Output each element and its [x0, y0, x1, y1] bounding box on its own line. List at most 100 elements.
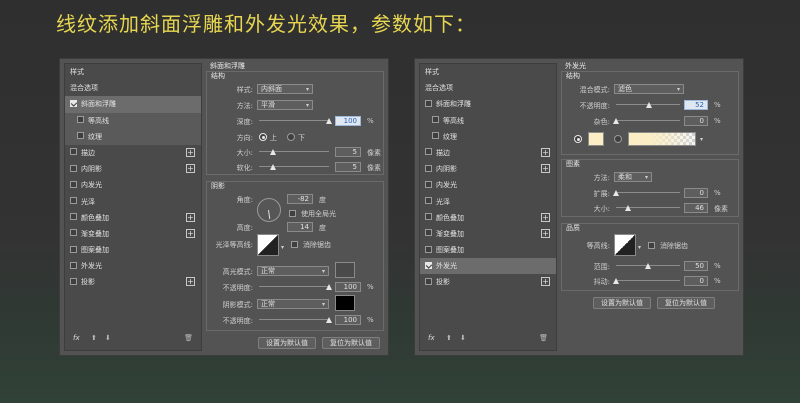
sidebar-item[interactable]: 外发光	[420, 258, 556, 275]
spread-input[interactable]: 0	[684, 188, 708, 198]
sidebar-item[interactable]: 内阴影 +	[420, 161, 556, 177]
shadow-mode-select[interactable]: 正常 ▾	[257, 299, 329, 309]
sidebar-item[interactable]: 颜色叠加 +	[65, 210, 201, 226]
slider-thumb[interactable]	[644, 263, 651, 269]
sidebar-item-checkbox[interactable]	[70, 197, 77, 204]
reset-default-button[interactable]: 复位为默认值	[322, 337, 380, 349]
sidebar-item[interactable]: 投影 +	[65, 274, 201, 290]
add-effect-icon[interactable]: +	[186, 277, 195, 287]
noise-slider[interactable]	[612, 117, 680, 125]
sidebar-item[interactable]: 图案叠加	[420, 242, 556, 258]
highlight-opacity-input[interactable]: 100	[335, 282, 361, 292]
range-input[interactable]: 50	[684, 261, 708, 271]
sidebar-item[interactable]: 渐变叠加 +	[420, 226, 556, 242]
sidebar-item[interactable]: 内阴影 +	[65, 161, 201, 177]
sidebar-item[interactable]: 斜面和浮雕	[65, 96, 201, 113]
add-effect-icon[interactable]: +	[541, 147, 550, 157]
sidebar-item-checkbox[interactable]	[77, 116, 84, 124]
glow-technique-select[interactable]: 柔和 ▾	[614, 172, 652, 182]
add-effect-icon[interactable]: +	[541, 164, 550, 174]
highlight-mode-select[interactable]: 正常 ▾	[257, 266, 329, 276]
jitter-slider[interactable]	[612, 277, 680, 285]
sidebar-item[interactable]: 外发光	[65, 258, 201, 274]
sidebar-item-checkbox[interactable]	[432, 132, 439, 140]
sidebar-item-checkbox[interactable]	[425, 229, 432, 237]
sidebar-item[interactable]: 图案叠加	[65, 242, 201, 258]
sidebar-item-checkbox[interactable]	[425, 148, 432, 156]
highlight-color-swatch[interactable]	[335, 262, 355, 278]
sidebar-item[interactable]: 混合选项	[420, 80, 556, 96]
slider-thumb[interactable]	[325, 284, 332, 290]
add-effect-icon[interactable]: +	[186, 228, 195, 238]
move-up-icon[interactable]: ⬆	[91, 334, 97, 342]
size-input[interactable]: 5	[335, 147, 361, 157]
contour-picker[interactable]	[614, 234, 636, 256]
sidebar-item[interactable]: 渐变叠加 +	[65, 226, 201, 242]
sidebar-item-checkbox[interactable]	[425, 99, 432, 107]
sidebar-item-checkbox[interactable]	[70, 213, 77, 221]
sidebar-item-checkbox[interactable]	[425, 245, 432, 253]
size-slider[interactable]	[259, 148, 329, 156]
make-default-button[interactable]: 设置为默认值	[258, 337, 316, 349]
move-up-icon[interactable]: ⬆	[446, 334, 452, 342]
soften-input[interactable]: 5	[335, 162, 361, 172]
sidebar-item-checkbox[interactable]	[70, 148, 77, 156]
sidebar-item-checkbox[interactable]	[70, 245, 77, 253]
highlight-opacity-slider[interactable]	[259, 283, 332, 291]
opacity-slider[interactable]	[616, 101, 680, 109]
trash-icon[interactable]: 🗑	[539, 334, 548, 342]
soften-slider[interactable]	[259, 163, 329, 171]
sidebar-item-checkbox[interactable]	[70, 261, 77, 269]
sidebar-item-checkbox[interactable]	[425, 197, 432, 204]
opacity-input[interactable]: 52	[684, 100, 708, 110]
slider-thumb[interactable]	[612, 118, 619, 124]
reset-default-button[interactable]: 复位为默认值	[657, 297, 715, 309]
global-light-checkbox[interactable]	[289, 210, 296, 217]
slider-thumb[interactable]	[612, 190, 619, 196]
sidebar-item[interactable]: 等高线	[65, 112, 201, 129]
solid-color-radio[interactable]	[574, 135, 582, 143]
fx-button[interactable]: fx	[428, 334, 435, 342]
shadow-color-swatch[interactable]	[335, 295, 355, 311]
slider-thumb[interactable]	[269, 149, 276, 155]
chevron-down-icon[interactable]: ▾	[281, 244, 284, 251]
make-default-button[interactable]: 设置为默认值	[593, 297, 651, 309]
sidebar-item-checkbox[interactable]	[425, 277, 432, 285]
blend-mode-select[interactable]: 滤色 ▾	[614, 84, 684, 94]
chevron-down-icon[interactable]: ▾	[700, 136, 703, 143]
altitude-input[interactable]: 14	[287, 222, 313, 232]
technique-select[interactable]: 平滑 ▾	[257, 100, 313, 110]
direction-down-radio[interactable]	[287, 133, 295, 141]
gradient-picker[interactable]	[628, 132, 696, 146]
sidebar-item[interactable]: 内发光	[65, 177, 201, 193]
sidebar-item-checkbox[interactable]	[425, 180, 432, 188]
slider-thumb[interactable]	[624, 205, 631, 211]
trash-icon[interactable]: 🗑	[184, 334, 193, 342]
sidebar-item-checkbox[interactable]	[70, 99, 77, 107]
sidebar-item[interactable]: 样式	[65, 64, 201, 80]
sidebar-item[interactable]: 斜面和浮雕	[420, 96, 556, 112]
sidebar-item[interactable]: 纹理	[65, 128, 201, 145]
move-down-icon[interactable]: ⬇	[460, 334, 466, 342]
gloss-contour-picker[interactable]	[257, 234, 279, 256]
spread-slider[interactable]	[612, 189, 680, 197]
glow-size-slider[interactable]	[616, 204, 680, 212]
glow-antialias-checkbox[interactable]	[648, 242, 655, 249]
sidebar-item-checkbox[interactable]	[77, 132, 84, 140]
sidebar-item-checkbox[interactable]	[425, 164, 432, 172]
gradient-radio[interactable]	[614, 135, 622, 143]
sidebar-item[interactable]: 描边 +	[420, 145, 556, 161]
sidebar-item[interactable]: 描边 +	[65, 145, 201, 161]
jitter-input[interactable]: 0	[684, 276, 708, 286]
sidebar-item[interactable]: 光泽	[65, 194, 201, 210]
angle-dial[interactable]	[257, 198, 281, 222]
move-down-icon[interactable]: ⬇	[105, 334, 111, 342]
slider-thumb[interactable]	[325, 317, 332, 323]
direction-up-radio[interactable]	[259, 133, 267, 141]
add-effect-icon[interactable]: +	[186, 212, 195, 222]
depth-slider[interactable]	[259, 117, 332, 125]
depth-input[interactable]: 100	[335, 116, 361, 126]
fx-button[interactable]: fx	[73, 334, 80, 342]
slider-thumb[interactable]	[269, 164, 276, 170]
shadow-opacity-input[interactable]: 100	[335, 315, 361, 325]
